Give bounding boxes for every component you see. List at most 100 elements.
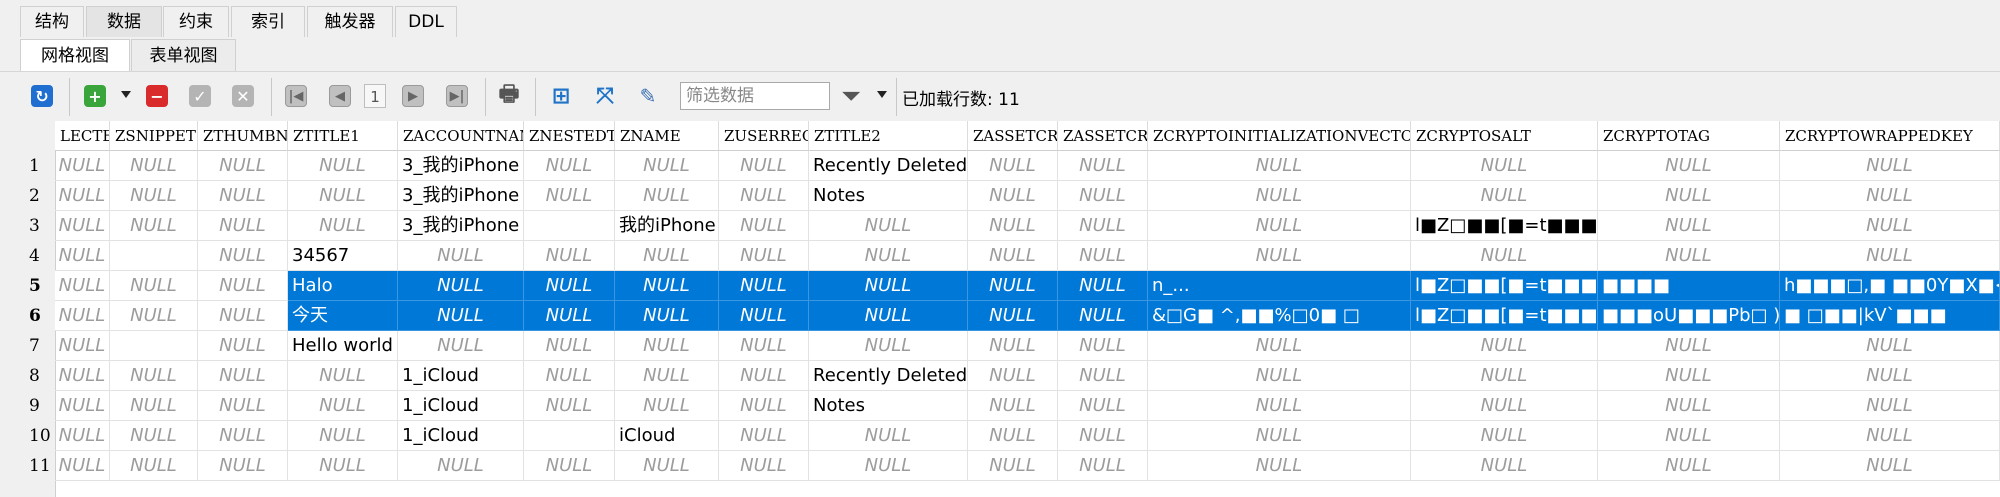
- cell-ztitle1[interactable]: NULL: [288, 181, 398, 211]
- cell-zcryptotag[interactable]: NULL: [1598, 451, 1780, 481]
- cell-zassetcry-a[interactable]: NULL: [968, 211, 1058, 241]
- cell-zcryptotag[interactable]: ■■■■: [1598, 271, 1780, 301]
- cell-ztitle2[interactable]: Recently Deleted: [809, 151, 968, 181]
- cell-zname[interactable]: NULL: [615, 151, 719, 181]
- cell-lected[interactable]: NULL: [55, 331, 110, 361]
- cell-zname[interactable]: NULL: [615, 301, 719, 331]
- row-number[interactable]: 7: [0, 331, 55, 361]
- cell-zcryptosalt[interactable]: NULL: [1411, 151, 1598, 181]
- cell-znestedtitle[interactable]: NULL: [524, 181, 615, 211]
- cell-zcryptosalt[interactable]: NULL: [1411, 241, 1598, 271]
- dropdown-arrow-icon[interactable]: [877, 91, 887, 98]
- cell-zuserrecord[interactable]: NULL: [719, 301, 809, 331]
- column-header-zcryptowrappedkey[interactable]: ZCRYPTOWRAPPEDKEY: [1780, 121, 2000, 151]
- view-tab-1[interactable]: 表单视图: [131, 39, 236, 71]
- cell-zassetcry-a[interactable]: NULL: [968, 331, 1058, 361]
- cell-zassetcry-a[interactable]: NULL: [968, 271, 1058, 301]
- cell-zcryptowrappedkey[interactable]: NULL: [1780, 331, 2000, 361]
- page-number[interactable]: 1: [364, 84, 386, 108]
- cell-zaccountname[interactable]: 1_iCloud: [398, 391, 524, 421]
- cell-znestedtitle[interactable]: NULL: [524, 451, 615, 481]
- cell-lected[interactable]: NULL: [55, 361, 110, 391]
- last-page-button[interactable]: ▶|: [444, 83, 470, 109]
- cell-lected[interactable]: NULL: [55, 181, 110, 211]
- cell-zcryptowrappedkey[interactable]: NULL: [1780, 361, 2000, 391]
- cell-zuserrecord[interactable]: NULL: [719, 271, 809, 301]
- cell-ztitle1[interactable]: NULL: [288, 211, 398, 241]
- cell-zassetcry-b[interactable]: NULL: [1058, 181, 1148, 211]
- cell-zcryptotag[interactable]: NULL: [1598, 181, 1780, 211]
- cell-zcryptotag[interactable]: NULL: [1598, 361, 1780, 391]
- cell-zcryptowrappedkey[interactable]: NULL: [1780, 181, 2000, 211]
- cell-zuserrecord[interactable]: NULL: [719, 211, 809, 241]
- cell-zthumbnail[interactable]: NULL: [198, 151, 288, 181]
- column-header-znestedtitle[interactable]: ZNESTEDTI: [524, 121, 615, 151]
- cell-zsnippet[interactable]: NULL: [110, 451, 198, 481]
- cell-lected[interactable]: NULL: [55, 241, 110, 271]
- cell-znestedtitle[interactable]: NULL: [524, 271, 615, 301]
- cell-zcryptosalt[interactable]: NULL: [1411, 451, 1598, 481]
- cell-zcryptoiv[interactable]: NULL: [1148, 151, 1411, 181]
- cell-lected[interactable]: NULL: [55, 451, 110, 481]
- cell-zthumbnail[interactable]: NULL: [198, 331, 288, 361]
- add-record-button[interactable]: +: [82, 83, 108, 109]
- cell-zname[interactable]: NULL: [615, 271, 719, 301]
- cell-lected[interactable]: NULL: [55, 301, 110, 331]
- cell-znestedtitle[interactable]: NULL: [524, 301, 615, 331]
- cell-zassetcry-a[interactable]: NULL: [968, 391, 1058, 421]
- row-number[interactable]: 2: [0, 181, 55, 211]
- cell-zsnippet[interactable]: NULL: [110, 391, 198, 421]
- cell-zsnippet[interactable]: NULL: [110, 301, 198, 331]
- cell-zthumbnail[interactable]: NULL: [198, 301, 288, 331]
- cell-zaccountname[interactable]: NULL: [398, 331, 524, 361]
- cell-zsnippet[interactable]: NULL: [110, 271, 198, 301]
- cell-ztitle2[interactable]: NULL: [809, 331, 968, 361]
- cell-ztitle1[interactable]: NULL: [288, 361, 398, 391]
- cell-zcryptowrappedkey[interactable]: NULL: [1780, 211, 2000, 241]
- cell-zcryptoiv[interactable]: &□G■ ^,■■%□0■ □: [1148, 301, 1411, 331]
- cell-zname[interactable]: NULL: [615, 331, 719, 361]
- row-number[interactable]: 8: [0, 361, 55, 391]
- tab-0[interactable]: 结构: [20, 6, 84, 37]
- cell-zcryptotag[interactable]: NULL: [1598, 241, 1780, 271]
- cell-zcryptowrappedkey[interactable]: NULL: [1780, 151, 2000, 181]
- cell-zassetcry-b[interactable]: NULL: [1058, 331, 1148, 361]
- cell-zassetcry-b[interactable]: NULL: [1058, 151, 1148, 181]
- cell-zthumbnail[interactable]: NULL: [198, 211, 288, 241]
- cell-ztitle2[interactable]: Notes: [809, 391, 968, 421]
- cell-zthumbnail[interactable]: NULL: [198, 421, 288, 451]
- row-number[interactable]: 11: [0, 451, 55, 481]
- row-number[interactable]: 4: [0, 241, 55, 271]
- cell-zassetcry-a[interactable]: NULL: [968, 361, 1058, 391]
- cell-zcryptoiv[interactable]: NULL: [1148, 451, 1411, 481]
- cell-ztitle1[interactable]: 34567: [288, 241, 398, 271]
- column-header-zsnippet[interactable]: ZSNIPPET: [110, 121, 198, 151]
- cell-znestedtitle[interactable]: [524, 421, 615, 451]
- cell-zcryptosalt[interactable]: NULL: [1411, 181, 1598, 211]
- cell-zcryptotag[interactable]: NULL: [1598, 211, 1780, 241]
- cell-ztitle2[interactable]: Recently Deleted: [809, 361, 968, 391]
- cell-zuserrecord[interactable]: NULL: [719, 331, 809, 361]
- cell-ztitle2[interactable]: NULL: [809, 271, 968, 301]
- cell-zthumbnail[interactable]: NULL: [198, 361, 288, 391]
- cell-lected[interactable]: NULL: [55, 271, 110, 301]
- fit-columns-button[interactable]: ⊞: [548, 83, 574, 109]
- filter-button[interactable]: ⏷: [838, 83, 864, 109]
- cell-zassetcry-b[interactable]: NULL: [1058, 211, 1148, 241]
- cell-zassetcry-b[interactable]: NULL: [1058, 241, 1148, 271]
- tab-2[interactable]: 约束: [163, 6, 229, 37]
- cell-zassetcry-a[interactable]: NULL: [968, 301, 1058, 331]
- dropdown-arrow-icon[interactable]: [121, 91, 131, 98]
- cell-zcryptoiv[interactable]: NULL: [1148, 361, 1411, 391]
- cell-zassetcry-b[interactable]: NULL: [1058, 421, 1148, 451]
- cell-zaccountname[interactable]: 3_我的iPhone: [398, 211, 524, 241]
- cell-zassetcry-a[interactable]: NULL: [968, 151, 1058, 181]
- cell-lected[interactable]: NULL: [55, 211, 110, 241]
- column-header-zcryptosalt[interactable]: ZCRYPTOSALT: [1411, 121, 1598, 151]
- cell-lected[interactable]: NULL: [55, 391, 110, 421]
- cell-zcryptoiv[interactable]: NULL: [1148, 421, 1411, 451]
- cell-zsnippet[interactable]: NULL: [110, 361, 198, 391]
- row-number[interactable]: 10: [0, 421, 55, 451]
- cell-zthumbnail[interactable]: NULL: [198, 181, 288, 211]
- cell-zassetcry-b[interactable]: NULL: [1058, 301, 1148, 331]
